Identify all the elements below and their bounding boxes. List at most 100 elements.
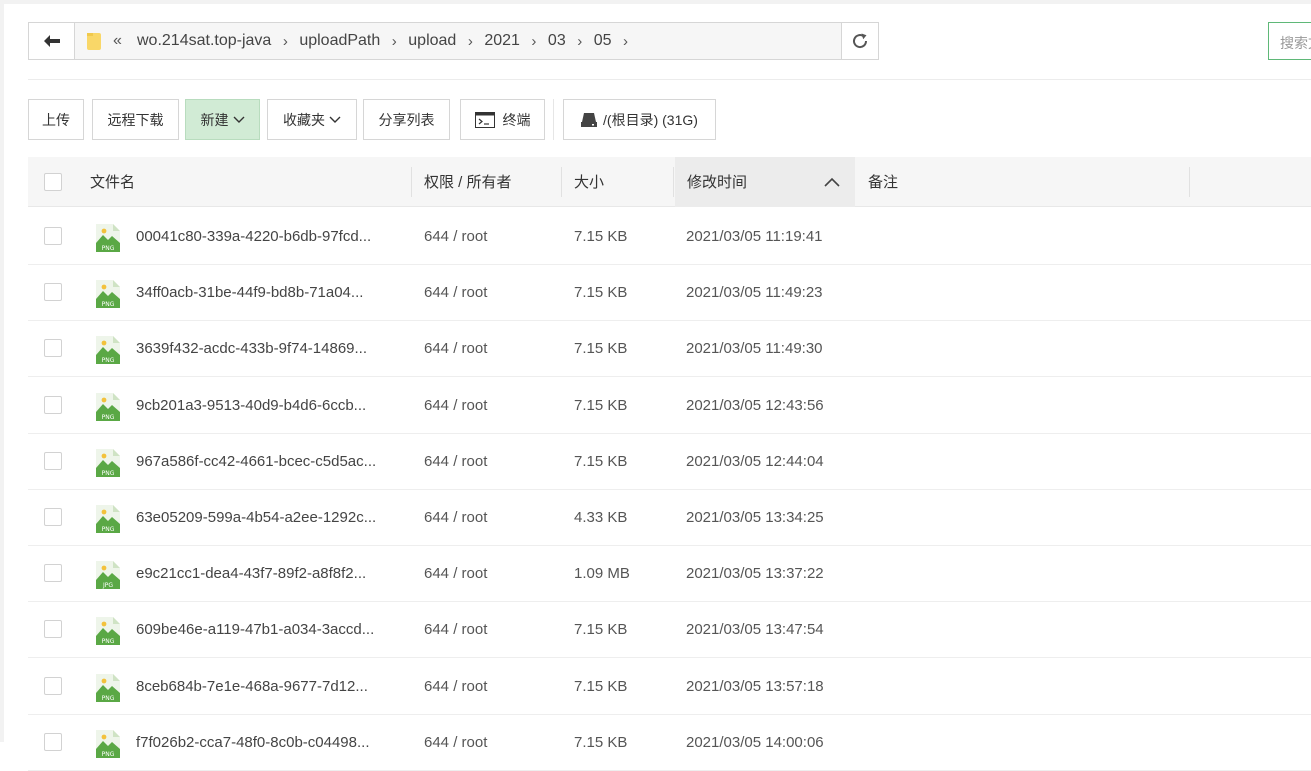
chevron-down-icon [329, 116, 341, 123]
file-permission[interactable]: 644 / root [424, 434, 487, 490]
svg-text:PNG: PNG [102, 357, 115, 364]
select-all-checkbox[interactable] [44, 173, 62, 191]
hard-drive-icon [581, 112, 598, 127]
file-name[interactable]: 9cb201a3-9513-40d9-b4d6-6ccb... [136, 378, 366, 434]
share-list-button[interactable]: 分享列表 [363, 99, 450, 140]
table-row[interactable]: PNG 3639f432-acdc-433b-9f74-14869... 644 /… [28, 321, 1311, 377]
row-checkbox[interactable] [44, 677, 62, 695]
table-row[interactable]: PNG 00041c80-339a-4220-b6db-97fcd... 644 /… [28, 209, 1311, 265]
file-permission[interactable]: 644 / root [424, 321, 487, 377]
file-permission[interactable]: 644 / root [424, 209, 487, 265]
row-checkbox[interactable] [44, 339, 62, 357]
header-size[interactable]: 大小 [574, 157, 604, 207]
file-permission[interactable]: 644 / root [424, 659, 487, 715]
image-file-icon: PNG [96, 674, 120, 702]
file-name[interactable]: f7f026b2-cca7-48f0-8c0b-c04498... [136, 715, 370, 771]
file-permission[interactable]: 644 / root [424, 490, 487, 546]
svg-text:PNG: PNG [102, 245, 115, 252]
refresh-button[interactable] [841, 23, 878, 59]
svg-text:PNG: PNG [102, 301, 115, 308]
svg-text:JPG: JPG [102, 582, 113, 589]
svg-text:PNG: PNG [102, 414, 115, 421]
file-size: 1.09 MB [574, 565, 630, 582]
row-checkbox[interactable] [44, 508, 62, 526]
table-row[interactable]: PNG f7f026b2-cca7-48f0-8c0b-c04498... 644 … [28, 715, 1311, 771]
toolbar-divider [553, 99, 554, 140]
left-strip [0, 0, 4, 742]
file-permission[interactable]: 644 / root [424, 378, 487, 434]
table-row[interactable]: PNG 9cb201a3-9513-40d9-b4d6-6ccb... 644 / … [28, 378, 1311, 434]
terminal-button[interactable]: 终端 [460, 99, 545, 140]
chevron-right-icon: › [391, 32, 397, 50]
chevron-down-icon [233, 116, 244, 123]
row-checkbox[interactable] [44, 620, 62, 638]
row-checkbox[interactable] [44, 396, 62, 414]
favorites-button[interactable]: 收藏夹 [267, 99, 357, 140]
breadcrumb-item[interactable]: 05 [594, 32, 612, 50]
row-checkbox[interactable] [44, 564, 62, 582]
remote-download-label: 远程下载 [107, 111, 164, 128]
disk-label: /(根目录) (31G) [603, 111, 698, 128]
file-name[interactable]: 8ceb684b-7e1e-468a-9677-7d12... [136, 659, 368, 715]
table-row[interactable]: PNG 967a586f-cc42-4661-bcec-c5d5ac... 644 … [28, 434, 1311, 490]
table-row[interactable]: PNG 8ceb684b-7e1e-468a-9677-7d12... 644 / … [28, 659, 1311, 715]
table-row[interactable]: PNG 609be46e-a119-47b1-a034-3accd... 644 /… [28, 602, 1311, 658]
file-name[interactable]: 34ff0acb-31be-44f9-bd8b-71a04... [136, 265, 363, 321]
file-size: 7.15 KB [574, 734, 628, 751]
header-permission[interactable]: 权限 / 所有者 [424, 157, 512, 207]
table-row[interactable]: PNG 34ff0acb-31be-44f9-bd8b-71a04... 644 /… [28, 265, 1311, 321]
row-checkbox[interactable] [44, 452, 62, 470]
sort-ascending-icon [824, 177, 840, 187]
image-file-icon: PNG [96, 505, 120, 533]
image-file-icon: PNG [96, 617, 120, 645]
disk-button[interactable]: /(根目录) (31G) [563, 99, 716, 140]
row-checkbox[interactable] [44, 227, 62, 245]
top-strip [0, 0, 1311, 4]
file-permission[interactable]: 644 / root [424, 265, 487, 321]
file-name[interactable]: e9c21cc1-dea4-43f7-89f2-a8f8f2... [136, 546, 366, 602]
file-mtime: 2021/03/05 13:57:18 [686, 678, 824, 695]
file-name[interactable]: 3639f432-acdc-433b-9f74-14869... [136, 321, 367, 377]
double-chevron-left-icon[interactable]: « [113, 32, 122, 50]
file-mtime: 2021/03/05 11:49:30 [686, 340, 823, 357]
divider [28, 79, 1311, 80]
breadcrumb-item[interactable]: uploadPath [299, 32, 380, 50]
file-mtime: 2021/03/05 14:00:06 [686, 734, 824, 751]
table-row[interactable]: JPG e9c21cc1-dea4-43f7-89f2-a8f8f2... 644 … [28, 546, 1311, 602]
file-mtime: 2021/03/05 11:49:23 [686, 284, 823, 301]
column-divider [561, 167, 562, 197]
file-mtime: 2021/03/05 12:43:56 [686, 397, 824, 414]
breadcrumb-item[interactable]: 2021 [484, 32, 520, 50]
file-permission[interactable]: 644 / root [424, 602, 487, 658]
search-placeholder: 搜索文件 [1280, 35, 1311, 51]
svg-text:PNG: PNG [102, 695, 115, 702]
file-size: 7.15 KB [574, 228, 628, 245]
back-button[interactable] [29, 23, 75, 59]
row-checkbox[interactable] [44, 283, 62, 301]
breadcrumb-item[interactable]: upload [408, 32, 456, 50]
file-name[interactable]: 00041c80-339a-4220-b6db-97fcd... [136, 209, 371, 265]
file-name[interactable]: 967a586f-cc42-4661-bcec-c5d5ac... [136, 434, 376, 490]
file-permission[interactable]: 644 / root [424, 546, 487, 602]
header-filename[interactable]: 文件名 [90, 157, 135, 207]
file-mtime: 2021/03/05 12:44:04 [686, 453, 824, 470]
new-button[interactable]: 新建 [185, 99, 260, 140]
file-name[interactable]: 609be46e-a119-47b1-a034-3accd... [136, 602, 374, 658]
breadcrumb-item[interactable]: wo.214sat.top-java [137, 32, 271, 50]
image-file-icon: JPG [96, 561, 120, 589]
upload-button[interactable]: 上传 [28, 99, 84, 140]
image-file-icon: PNG [96, 336, 120, 364]
table-row[interactable]: PNG 63e05209-599a-4b54-a2ee-1292c... 644 /… [28, 490, 1311, 546]
remote-download-button[interactable]: 远程下载 [92, 99, 179, 140]
search-input[interactable]: 搜索文件 [1268, 22, 1311, 60]
path-bar: « wo.214sat.top-java › uploadPath › upload › 2… [28, 22, 879, 60]
file-permission[interactable]: 644 / root [424, 715, 487, 771]
row-checkbox[interactable] [44, 733, 62, 751]
breadcrumb-item[interactable]: 03 [548, 32, 566, 50]
file-size: 7.15 KB [574, 621, 628, 638]
header-mtime[interactable]: 修改时间 [675, 157, 855, 207]
file-name[interactable]: 63e05209-599a-4b54-a2ee-1292c... [136, 490, 376, 546]
column-divider [673, 167, 674, 197]
header-note[interactable]: 备注 [868, 157, 898, 207]
file-mtime: 2021/03/05 11:19:41 [686, 228, 823, 245]
